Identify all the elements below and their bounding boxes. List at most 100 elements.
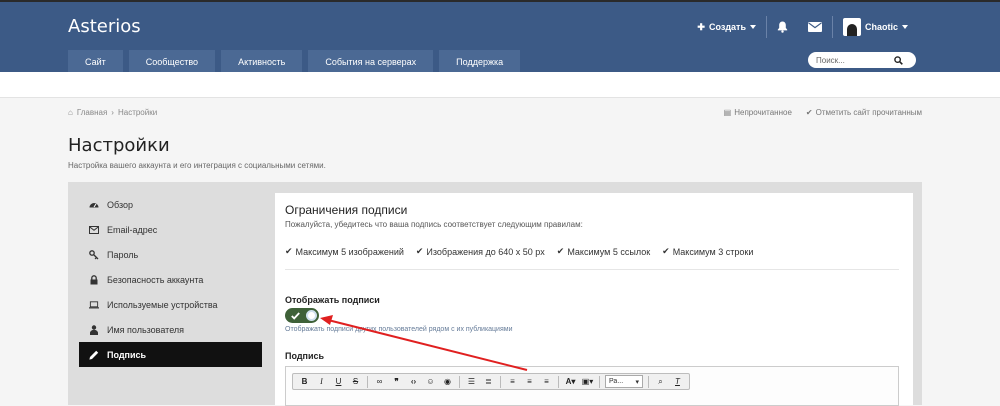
nav-item-activity[interactable]: Активность [221, 50, 303, 74]
rule-text: Изображения до 640 x 50 px [426, 246, 545, 257]
smiley-icon[interactable]: ☺ [422, 374, 439, 389]
page-description: Настройка вашего аккаунта и его интеграц… [68, 161, 326, 170]
editor-toolbar: B I U S ∞ ❞ ‹› ☺ ◉ ☰ ≣ ≡ ≡ ≡ A▾ ▣▾ Ра...… [292, 373, 690, 390]
toggle-knob [306, 310, 317, 321]
chevron-down-icon: ▾ [635, 378, 639, 386]
envelope-icon [807, 22, 822, 32]
bold-button[interactable]: B [296, 374, 313, 389]
signature-settings: Ограничения подписи Пожалуйста, убедитес… [275, 193, 913, 406]
align-left-icon[interactable]: ≡ [504, 374, 521, 389]
sidebar-item-password[interactable]: Пароль [79, 242, 262, 267]
signature-editor[interactable]: B I U S ∞ ❞ ‹› ☺ ◉ ☰ ≣ ≡ ≡ ≡ A▾ ▣▾ Ра...… [285, 366, 899, 406]
page-title: Настройки [68, 135, 170, 156]
divider [459, 375, 460, 388]
code-icon[interactable]: ‹› [405, 374, 422, 389]
main-nav: Сайт Сообщество Активность События на се… [68, 50, 521, 74]
breadcrumb-actions: ▤ Непрочитанное ✔ Отметить сайт прочитан… [724, 108, 922, 117]
home-icon: ⌂ [68, 108, 73, 117]
bullet-list-icon[interactable]: ☰ [463, 374, 480, 389]
check-icon: ✔ [805, 108, 813, 117]
eye-icon[interactable]: ◉ [439, 374, 456, 389]
find-icon[interactable]: ⌕ [652, 374, 669, 389]
rule-item: ✔ Изображения до 640 x 50 px [416, 246, 545, 257]
avatar [842, 18, 861, 36]
lock-icon [89, 274, 99, 285]
nav-item-server-events[interactable]: События на серверах [308, 50, 434, 74]
nav-item-site[interactable]: Сайт [68, 50, 123, 74]
background-color-icon[interactable]: ▣▾ [579, 374, 596, 389]
divider [648, 375, 649, 388]
sub-navigation-bar [0, 72, 1000, 98]
account-menu[interactable]: Chaotic [833, 16, 918, 38]
sidebar-item-label: Используемые устройства [107, 299, 218, 310]
dashboard-icon [89, 200, 99, 210]
sidebar-item-devices[interactable]: Используемые устройства [79, 292, 262, 317]
align-right-icon[interactable]: ≡ [538, 374, 555, 389]
strikethrough-button[interactable]: S [347, 374, 364, 389]
signature-restrictions-title: Ограничения подписи [285, 203, 408, 217]
divider [500, 375, 501, 388]
bell-icon [777, 21, 788, 33]
sidebar-item-signature[interactable]: Подпись [79, 342, 262, 367]
numbered-list-icon[interactable]: ≣ [480, 374, 497, 389]
site-logo[interactable]: Asterios [68, 16, 141, 37]
search-input[interactable] [816, 55, 894, 65]
header-tools: ✚ Создать Chaotic [687, 14, 918, 40]
unread-label: Непрочитанное [734, 108, 792, 117]
key-icon [89, 249, 99, 260]
nav-item-community[interactable]: Сообщество [128, 50, 216, 74]
text-color-icon[interactable]: A▾ [562, 374, 579, 389]
divider [558, 375, 559, 388]
user-icon [89, 324, 99, 335]
signature-rules: ✔ Максимум 5 изображений ✔ Изображения д… [285, 246, 753, 257]
rule-text: Максимум 5 ссылок [567, 246, 651, 257]
rule-text: Максимум 3 строки [672, 246, 754, 257]
link-icon[interactable]: ∞ [371, 374, 388, 389]
divider [285, 269, 899, 270]
rule-item: ✔ Максимум 5 изображений [285, 246, 404, 257]
show-signatures-label: Отображать подписи [285, 295, 380, 305]
create-button[interactable]: ✚ Создать [687, 16, 766, 38]
sidebar-item-label: Email-адрес [107, 224, 158, 235]
divider [367, 375, 368, 388]
sidebar-item-label: Пароль [107, 249, 139, 260]
check-icon: ✔ [285, 246, 293, 256]
newspaper-icon: ▤ [723, 108, 732, 117]
sidebar-item-overview[interactable]: Обзор [79, 192, 262, 217]
check-icon: ✔ [556, 246, 565, 256]
check-icon: ✔ [662, 246, 670, 256]
username: Chaotic [864, 22, 898, 32]
sidebar-item-email[interactable]: Email-адрес [79, 217, 262, 242]
messages-button[interactable] [798, 16, 832, 38]
unread-link[interactable]: ▤ Непрочитанное [724, 108, 792, 117]
check-icon [291, 312, 300, 320]
align-center-icon[interactable]: ≡ [521, 374, 538, 389]
nav-item-support[interactable]: Поддержка [439, 50, 521, 74]
chevron-down-icon [902, 25, 908, 29]
rule-item: ✔ Максимум 3 строки [662, 246, 753, 257]
search-box [808, 52, 916, 68]
rule-text: Максимум 5 изображений [295, 246, 404, 257]
breadcrumb-home[interactable]: Главная [77, 108, 107, 117]
check-icon: ✔ [415, 246, 424, 256]
settings-panel: Обзор Email-адрес Пароль Безопасность ак… [68, 182, 922, 406]
clear-format-icon[interactable]: T [669, 374, 686, 389]
mark-read-label: Отметить сайт прочитанным [815, 108, 922, 117]
breadcrumb-current[interactable]: Настройки [118, 108, 157, 117]
quote-icon[interactable]: ❞ [388, 374, 405, 389]
signature-restrictions-description: Пожалуйста, убедитесь что ваша подпись с… [285, 220, 583, 229]
settings-sidebar: Обзор Email-адрес Пароль Безопасность ак… [79, 192, 262, 367]
font-select[interactable]: Ра... ▾ [605, 375, 643, 388]
search-icon[interactable] [894, 55, 903, 65]
sidebar-item-label: Обзор [107, 199, 133, 210]
sidebar-item-username[interactable]: Имя пользователя [79, 317, 262, 342]
rule-item: ✔ Максимум 5 ссылок [557, 246, 650, 257]
sidebar-item-security[interactable]: Безопасность аккаунта [79, 267, 262, 292]
underline-button[interactable]: U [330, 374, 347, 389]
breadcrumb-separator: › [111, 108, 114, 117]
italic-button[interactable]: I [313, 374, 330, 389]
mark-read-link[interactable]: ✔ Отметить сайт прочитанным [806, 108, 922, 117]
show-signatures-toggle[interactable] [285, 308, 319, 323]
sidebar-item-label: Подпись [107, 349, 147, 360]
notifications-button[interactable] [767, 16, 798, 38]
